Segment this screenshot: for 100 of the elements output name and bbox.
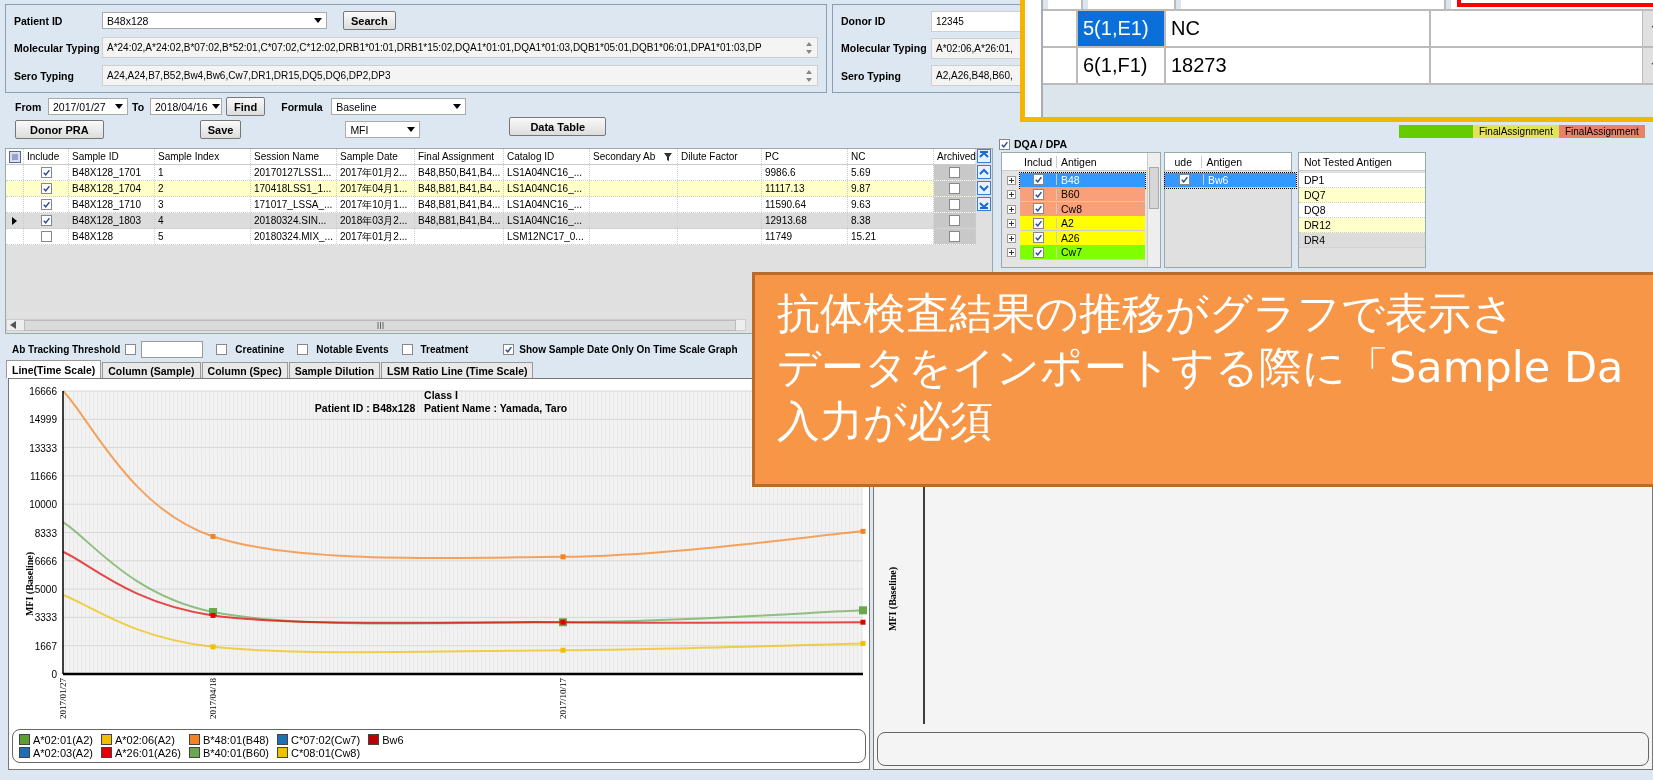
column-header[interactable]: Catalog ID (504, 149, 590, 164)
patient-id-dropdown[interactable]: B48x128 (102, 12, 327, 29)
column-header[interactable]: Includ (1020, 155, 1057, 168)
checkbox-label: Show Sample Date Only On Time Scale Graph (519, 343, 738, 355)
checkbox-label: Treatment (420, 343, 469, 355)
grid-cell[interactable]: 5(1,E1) (1078, 11, 1166, 46)
antigen-row[interactable]: DR12 (1299, 218, 1425, 233)
chart-title: Class I (424, 389, 458, 401)
molecular-typing-field[interactable]: A*24:02,A*24:02,B*07:02,B*52:01,C*07:02,C*12:02,DRB1*01:01,DRB1*15:02,DQA1*01:01,DQA1*01:03,DQB1*05:01,DQB1*06:01,DPA1*01:03,DP (102, 37, 818, 58)
antigen-row[interactable]: Cw7 (1020, 245, 1145, 261)
legend-label: B*48:01(B48) (203, 733, 270, 746)
data-table-button[interactable]: Data Table (509, 117, 607, 136)
table-cell: 3 (158, 199, 164, 210)
column-header[interactable]: Session Name (251, 149, 337, 164)
table-cell: LS1A04NC16_... (507, 167, 583, 178)
checkbox-label: Notable Events (316, 343, 389, 355)
column-header[interactable]: Sample Date (337, 149, 415, 164)
antigen-row[interactable]: DQ7 (1299, 188, 1425, 203)
antigen-row[interactable]: A2 (1020, 216, 1145, 232)
measure-dropdown[interactable]: MFI (345, 121, 421, 138)
checkbox-label: Creatinine (235, 343, 285, 355)
table-cell: B48,B81,B41,B4... (418, 199, 501, 210)
column-header[interactable]: Dilute Factor (678, 149, 762, 164)
y-tick-label: 10000 (29, 499, 57, 511)
table-cell: 2017年01月2... (340, 165, 408, 180)
legend-label: FinalAssignment (1564, 126, 1639, 137)
legend-label: A*02:03(A2) (33, 746, 93, 759)
column-header[interactable]: ude (1165, 155, 1203, 168)
checkbox-label: DQA / DPA (1014, 138, 1068, 150)
table-cell: 8.38 (851, 215, 871, 226)
grid-cell: NC (1166, 11, 1431, 46)
table-cell: 11749 (765, 231, 793, 242)
sero-typing-field[interactable]: A24,A24,B7,B52,Bw4,Bw6,Cw7,DR1,DR15,DQ5,DQ6,DP2,DP3 (102, 65, 818, 86)
table-cell: LS1A04NC16_... (507, 215, 583, 226)
callout-text: データをインポートする際に「Sample Da (777, 340, 1625, 394)
table-cell: 11590.64 (765, 199, 806, 210)
table-cell: B48X128_1701 (72, 167, 141, 178)
field-label: Molecular Typing (841, 42, 928, 55)
table-cell: 170418LSS1_1... (254, 183, 332, 194)
antigen-row[interactable]: B60 (1020, 187, 1145, 203)
antigen-row[interactable]: DQ8 (1299, 203, 1425, 218)
legend-label: A*26:01(A26) (114, 746, 181, 759)
table-cell: 2017年04月1... (340, 181, 408, 196)
column-header[interactable]: Include (24, 149, 69, 164)
donor-id-field[interactable]: 12345 (931, 10, 1021, 32)
molecular-typing-field[interactable]: A*02:06,A*26:01, (931, 38, 1021, 59)
y-tick-label: 14999 (29, 414, 57, 426)
legend-label: FinalAssignment (1479, 126, 1553, 137)
antigen-row[interactable]: DP1 (1299, 173, 1425, 188)
field-label: Sero Typing (841, 69, 902, 82)
table-row[interactable]: B48X128_1701 1 20170127LSS1... 2017年01月2... B48,B50,B41,B4... LS1A04NC16_... 9986.6 5.69 (6, 165, 976, 181)
tab[interactable]: Column (Sample) (102, 362, 201, 378)
table-cell: 9.87 (851, 183, 871, 194)
column-header[interactable]: Antigen (1202, 155, 1291, 168)
search-button[interactable]: Search (343, 11, 396, 30)
column-header[interactable]: Sample ID (69, 149, 155, 164)
donor-pra-button[interactable]: Donor PRA (15, 120, 104, 139)
column-header[interactable]: Sample Index (155, 149, 251, 164)
table-cell: LS1A04NC16_... (507, 199, 583, 210)
table-row[interactable]: B48X128_1803 4 20180324.SIN... 2018年03月2... B48,B81,B41,B4... LS1A04NC16_... 12913.68 8.38 (6, 213, 976, 229)
column-header[interactable]: Archived (934, 149, 976, 164)
antigen-row[interactable]: DR4 (1299, 233, 1425, 248)
y-tick-label: 1667 (34, 640, 57, 652)
to-label: To (132, 100, 146, 113)
callout-text: 抗体検査結果の推移がグラフで表示さ (777, 287, 1516, 340)
save-button[interactable]: Save (199, 120, 242, 139)
grid-cell[interactable]: 6(1,F1) (1078, 48, 1166, 83)
column-header[interactable]: NC (848, 149, 934, 164)
to-date-picker[interactable]: 2018/04/16 (150, 98, 222, 115)
x-tick-label: 2017/01/27 (58, 678, 68, 719)
table-row[interactable]: B48X128 5 20180324.MIX_... 2017年01月2... LSM12NC17_0... 11749 15.21 (6, 229, 976, 245)
column-header[interactable]: PC (762, 149, 848, 164)
table-cell: 15.21 (851, 231, 877, 242)
table-row[interactable]: B48X128_1710 3 171017_LSSA_... 2017年10月1... B48,B81,B41,B4... LS1A04NC16_... 11590.64 9.63 (6, 197, 976, 213)
column-header[interactable]: Antigen (1057, 155, 1145, 168)
table-cell: 20180324.SIN... (254, 215, 327, 226)
tab[interactable]: LSM Ratio Line (Time Scale) (381, 362, 534, 378)
table-row[interactable]: B48X128_1704 2 170418LSS1_1... 2017年04月1... B48,B81,B41,B4... LS1A04NC16_... 11117.13 9.87 (6, 181, 976, 197)
table-cell: 9986.6 (765, 167, 796, 178)
table-cell: B48,B81,B41,B4... (418, 183, 501, 194)
field-label: Patient ID (14, 14, 64, 27)
field-label: Molecular Typing (14, 41, 101, 54)
formula-dropdown[interactable]: Baseline (331, 98, 467, 115)
table-cell: B48,B81,B41,B4... (418, 215, 501, 226)
tab[interactable]: Column (Spec) (201, 362, 288, 378)
from-date-picker[interactable]: 2017/01/27 (48, 98, 128, 115)
y-tick-label: 11666 (29, 470, 57, 482)
table-cell: 20180324.MIX_... (254, 231, 333, 242)
column-header[interactable]: Final Assignment (415, 149, 504, 164)
find-button[interactable]: Find (226, 97, 266, 116)
y-tick-label: 8333 (34, 527, 57, 539)
table-cell: 2 (158, 183, 164, 194)
tab[interactable]: Line(Time Scale) (6, 360, 102, 378)
tab[interactable]: Sample Dilution (288, 362, 381, 378)
y-tick-label: 16666 (29, 386, 57, 397)
column-header[interactable]: Secondary Ab (590, 149, 678, 164)
table-cell: 4 (158, 215, 164, 226)
sero-typing-field[interactable]: A2,A26,B48,B60, (931, 65, 1021, 87)
legend-label: C*08:01(Cw8) (291, 746, 361, 759)
table-cell: 2017年10月1... (340, 197, 408, 212)
